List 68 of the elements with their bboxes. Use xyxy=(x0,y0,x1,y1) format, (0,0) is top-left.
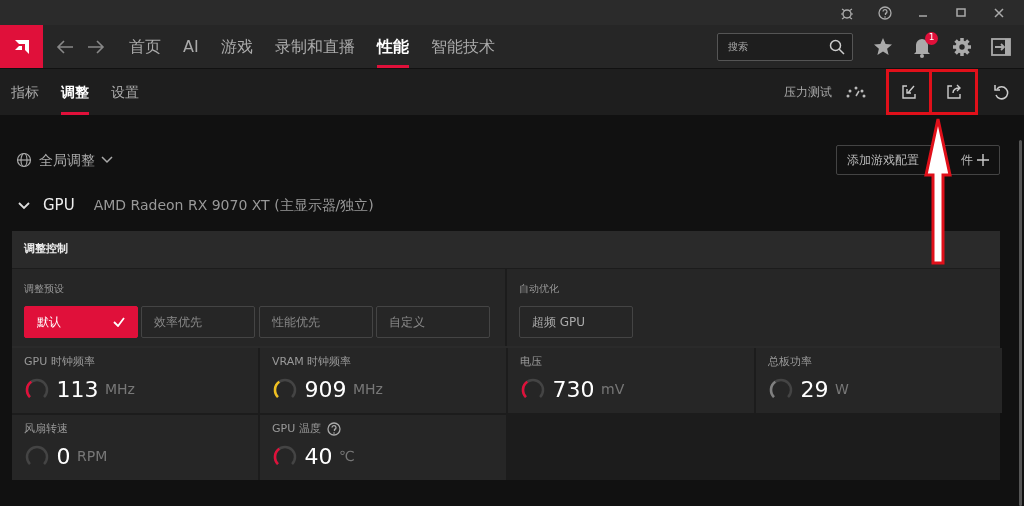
metric-unit: W xyxy=(835,379,849,399)
chevron-down-icon xyxy=(18,201,30,210)
import-icon xyxy=(901,84,917,100)
gauge-track xyxy=(273,445,297,465)
metric-label: 总板功率 xyxy=(768,354,812,370)
metric-unit: mV xyxy=(601,379,625,399)
gauge-track xyxy=(25,378,49,398)
nav-tab[interactable]: AI xyxy=(172,25,210,68)
nav-tab[interactable]: 首页 xyxy=(118,25,172,68)
preset-button[interactable]: 默认 xyxy=(24,306,138,338)
search-icon xyxy=(829,38,845,55)
maximize-icon[interactable] xyxy=(954,5,968,20)
metric-value: 0 xyxy=(56,442,71,471)
undo-icon xyxy=(993,84,1009,100)
preset-button[interactable]: 性能优先 xyxy=(258,306,373,338)
metric-unit: MHz xyxy=(105,379,135,399)
gear-icon[interactable] xyxy=(951,36,972,57)
metric-unit: MHz xyxy=(353,379,383,399)
panel-title: 调整控制 xyxy=(24,241,68,258)
scrollbar[interactable] xyxy=(1019,140,1022,506)
nav-tab[interactable]: 性能 xyxy=(365,25,420,68)
metric-value: 113 xyxy=(56,375,99,404)
sub-tab[interactable]: 指标 xyxy=(0,69,50,115)
gpu-label: GPU xyxy=(43,194,75,216)
preset-button[interactable]: 自定义 xyxy=(375,306,490,338)
overclock-button[interactable]: 超频 GPU xyxy=(519,306,633,338)
metric-value: 29 xyxy=(800,375,829,404)
gpu-name: AMD Radeon RX 9070 XT (主显示器/独立) xyxy=(93,195,374,215)
sub-tab[interactable]: 设置 xyxy=(100,69,150,115)
metric-unit: ℃ xyxy=(339,446,355,466)
metric-label: 风扇转速 xyxy=(24,421,68,437)
metric-value: 40 xyxy=(304,442,333,471)
help-icon[interactable] xyxy=(327,422,342,437)
import-button[interactable] xyxy=(886,69,932,115)
nav-tab[interactable]: 智能技术 xyxy=(419,25,506,68)
plus-icon xyxy=(977,154,989,166)
metric-label: GPU 温度 xyxy=(272,421,321,437)
nav-tab[interactable]: 游戏 xyxy=(209,25,264,68)
globe-icon xyxy=(16,152,32,168)
sub-tab[interactable]: 调整 xyxy=(50,69,100,115)
gauge-track xyxy=(769,378,793,398)
section-label: 自动优化 xyxy=(519,282,560,296)
search-field[interactable]: 搜索 xyxy=(717,32,853,61)
gauge-track xyxy=(273,378,297,398)
preset-button[interactable]: 效率优先 xyxy=(141,306,256,338)
help-icon[interactable] xyxy=(878,5,892,20)
metric-value: 909 xyxy=(304,375,347,404)
gauge-track xyxy=(521,378,545,398)
chevron-down-icon xyxy=(101,156,113,164)
export-icon xyxy=(945,84,962,100)
star-icon[interactable] xyxy=(872,36,893,57)
metric-label: 电压 xyxy=(520,354,542,370)
stress-test-button[interactable]: 压力测试 xyxy=(783,83,867,101)
export-button[interactable] xyxy=(932,69,978,115)
gauge-icon xyxy=(844,86,867,98)
check-icon xyxy=(113,317,125,327)
sign-out-icon[interactable] xyxy=(991,37,1011,56)
metric-unit: RPM xyxy=(77,446,108,466)
metric-value: 730 xyxy=(552,375,595,404)
notification-badge: 1 xyxy=(925,31,938,45)
logo[interactable] xyxy=(0,25,43,68)
close-icon[interactable] xyxy=(992,5,1006,20)
metric-label: GPU 时钟频率 xyxy=(24,354,95,370)
profile-dropdown[interactable]: 全局调整 xyxy=(16,149,113,171)
nav-tab[interactable]: 录制和直播 xyxy=(263,25,366,68)
metric-label: VRAM 时钟频率 xyxy=(272,354,352,370)
gauge-track xyxy=(25,445,49,465)
section-label: 调整预设 xyxy=(24,282,65,296)
